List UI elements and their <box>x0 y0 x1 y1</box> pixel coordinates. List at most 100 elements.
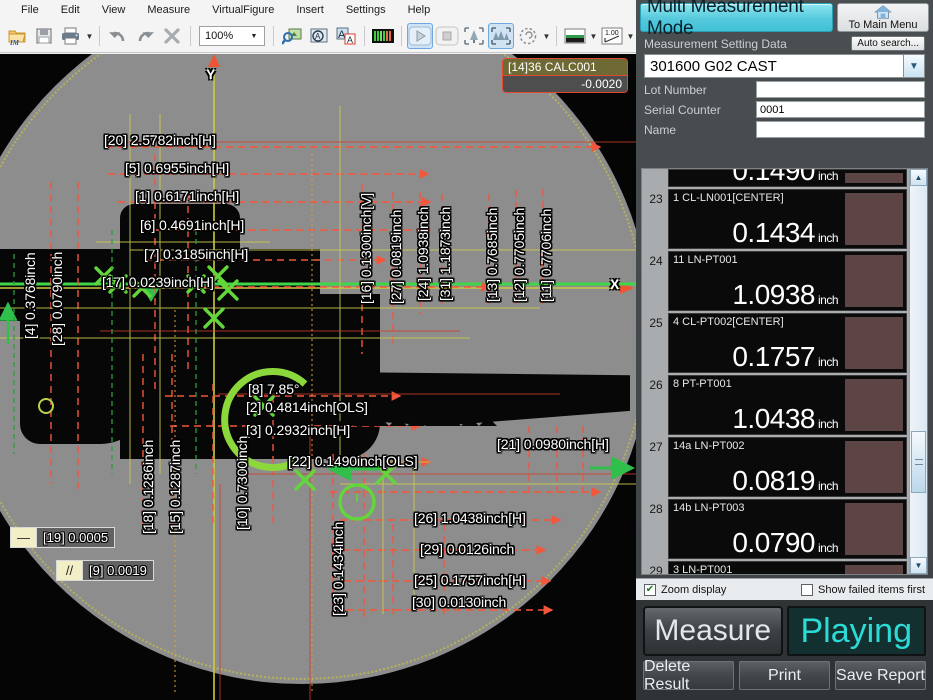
gradient-icon[interactable] <box>562 23 588 49</box>
zoom-select[interactable]: 100% ▼ <box>199 26 265 46</box>
result-unit: inch <box>817 293 839 308</box>
menu-item-help[interactable]: Help <box>397 2 442 18</box>
show-failed-first-label: Show failed items first <box>818 583 925 596</box>
chevron-down-icon[interactable]: ▼ <box>903 55 924 77</box>
stop-icon[interactable] <box>434 23 460 49</box>
list-item[interactable]: 0.1490 inch <box>642 169 909 187</box>
name-input[interactable] <box>756 121 925 138</box>
chevron-down-icon[interactable]: ▼ <box>247 27 261 45</box>
dim-label-7: [7] 0.3185inch[H] <box>144 246 249 262</box>
results-scrollbar[interactable]: ▲ ▼ <box>909 169 927 574</box>
gdt-text-9: [9] 0.0019 <box>89 563 147 578</box>
application-window: File Edit View Measure VirtualFigure Ins… <box>0 0 933 700</box>
lot-number-input[interactable] <box>756 81 925 98</box>
circle-select-icon[interactable] <box>515 23 541 49</box>
result-unit: inch <box>817 231 839 246</box>
circle-select-caret[interactable]: ▼ <box>542 25 551 47</box>
menu-item-virtualfigure[interactable]: VirtualFigure <box>201 2 285 18</box>
dim-label-30: [30] 0.0130inch <box>412 594 507 610</box>
result-index: 23 <box>649 192 663 206</box>
measurement-image-canvas[interactable]: Y X [14]36 CALC001 -0.0020 [20] 2.5782in… <box>0 54 636 700</box>
to-main-menu-button[interactable]: To Main Menu <box>837 3 929 32</box>
show-failed-first-checkbox[interactable] <box>801 583 814 596</box>
print-button[interactable]: Print <box>739 661 830 690</box>
menu-item-view[interactable]: View <box>91 2 137 18</box>
list-item[interactable]: 24 11 LN-PT001 1.0938 inch <box>642 249 909 311</box>
gdt-callout-9: // [9] 0.0019 <box>56 560 154 581</box>
setting-data-label: Measurement Setting Data <box>644 36 787 51</box>
control-panel: Multi Measurement Mode To Main Menu Meas… <box>636 0 933 700</box>
zoom-display-checkbox[interactable]: ✔ <box>644 583 656 596</box>
zoom-display-label: Zoom display <box>661 583 727 596</box>
auto-text-icon[interactable]: A <box>306 23 332 49</box>
delete-icon[interactable] <box>159 23 185 49</box>
result-number: 0.1490 <box>732 169 815 186</box>
results-list[interactable]: 0.1490 inch 23 1 CL-LN001[CENTER] 0.1434 i… <box>641 168 928 575</box>
scale-caret[interactable]: ▼ <box>626 25 635 47</box>
list-item[interactable]: 25 4 CL-PT002[CENTER] 0.1757 inch <box>642 311 909 373</box>
single-measure-icon[interactable] <box>461 23 487 49</box>
dim-label-24: [24] 1.0938inch <box>415 206 431 301</box>
result-card[interactable]: 0.1490 inch <box>668 169 907 187</box>
toolbar-separator-2 <box>190 26 191 46</box>
result-card[interactable]: 14a LN-PT002 0.0819 inch <box>668 437 907 497</box>
print-icon[interactable] <box>58 23 84 49</box>
scroll-up-icon[interactable]: ▲ <box>910 169 927 186</box>
color-bar-icon[interactable] <box>370 23 396 49</box>
magnifier-image-icon[interactable] <box>279 23 305 49</box>
result-index: 29 <box>649 564 663 574</box>
result-card[interactable]: 3 LN-PT001 0.0126inch <box>668 561 907 574</box>
axis-label-x: X <box>610 276 620 292</box>
scroll-track[interactable] <box>910 186 927 557</box>
measure-button[interactable]: Measure <box>643 606 783 656</box>
setting-data-combobox[interactable]: 301600 G02 CAST ▼ <box>644 54 925 78</box>
scroll-grip <box>914 458 923 465</box>
menu-item-settings[interactable]: Settings <box>335 2 397 18</box>
play-icon[interactable] <box>407 23 433 49</box>
axis-label-y: Y <box>206 66 216 82</box>
print-dropdown-caret[interactable]: ▼ <box>85 25 94 47</box>
redo-icon[interactable] <box>132 23 158 49</box>
dim-label-23: [23] 0.1434inch <box>330 521 346 616</box>
text-annotation-icon[interactable]: A A <box>333 23 359 49</box>
result-card[interactable]: 1 CL-LN001[CENTER] 0.1434 inch <box>668 189 907 249</box>
list-item[interactable]: 26 8 PT-PT001 1.0438 inch <box>642 373 909 435</box>
toolbar-separator-1 <box>99 26 100 46</box>
calc-value: -0.0020 <box>503 76 627 92</box>
menu-item-edit[interactable]: Edit <box>50 2 91 18</box>
delete-result-button[interactable]: Delete Result <box>643 658 734 693</box>
undo-icon[interactable] <box>105 23 131 49</box>
setting-data-area: Measurement Setting Data Auto search... … <box>636 32 933 142</box>
playing-status-button[interactable]: Playing <box>786 606 926 656</box>
result-name: 14b LN-PT003 <box>673 502 745 514</box>
list-item[interactable]: 23 1 CL-LN001[CENTER] 0.1434 inch <box>642 187 909 249</box>
result-card[interactable]: 8 PT-PT001 1.0438 inch <box>668 375 907 435</box>
gdt-text-19: [19] 0.0005 <box>43 530 109 545</box>
list-item[interactable]: 28 14b LN-PT003 0.0790 inch <box>642 497 909 559</box>
result-card[interactable]: 14b LN-PT003 0.0790 inch <box>668 499 907 559</box>
menu-item-measure[interactable]: Measure <box>136 2 201 18</box>
serial-counter-input[interactable]: 0001 <box>756 101 925 118</box>
scroll-down-icon[interactable]: ▼ <box>910 557 927 574</box>
result-card[interactable]: 4 CL-PT002[CENTER] 0.1757 inch <box>668 313 907 373</box>
save-icon[interactable] <box>31 23 57 49</box>
scroll-thumb[interactable] <box>911 430 926 493</box>
calc-title: [14]36 CALC001 <box>503 59 627 76</box>
panel-header: Multi Measurement Mode To Main Menu <box>636 0 933 39</box>
open-folder-icon[interactable]: IM <box>4 23 30 49</box>
save-report-button[interactable]: Save Report <box>835 661 926 690</box>
lot-number-label: Lot Number <box>644 82 707 97</box>
list-item[interactable]: 29 3 LN-PT001 0.0126inch <box>642 559 909 574</box>
menu-item-insert[interactable]: Insert <box>285 2 335 18</box>
scale-icon[interactable]: 1.00 <box>599 23 625 49</box>
auto-search-button[interactable]: Auto search... <box>851 36 925 51</box>
multi-measure-icon[interactable] <box>488 23 514 49</box>
dim-label-31: [31] 1.1873inch <box>437 206 453 301</box>
result-card[interactable]: 11 LN-PT001 1.0938 inch <box>668 251 907 311</box>
menu-item-file[interactable]: File <box>10 2 50 18</box>
dim-label-13: [13] 0.7685inch <box>484 207 500 302</box>
gradient-caret[interactable]: ▼ <box>589 25 598 47</box>
results-list-inner: 0.1490 inch 23 1 CL-LN001[CENTER] 0.1434 i… <box>642 169 909 574</box>
result-main: 11 LN-PT001 1.0938 inch <box>669 252 842 310</box>
list-item[interactable]: 27 14a LN-PT002 0.0819 inch <box>642 435 909 497</box>
